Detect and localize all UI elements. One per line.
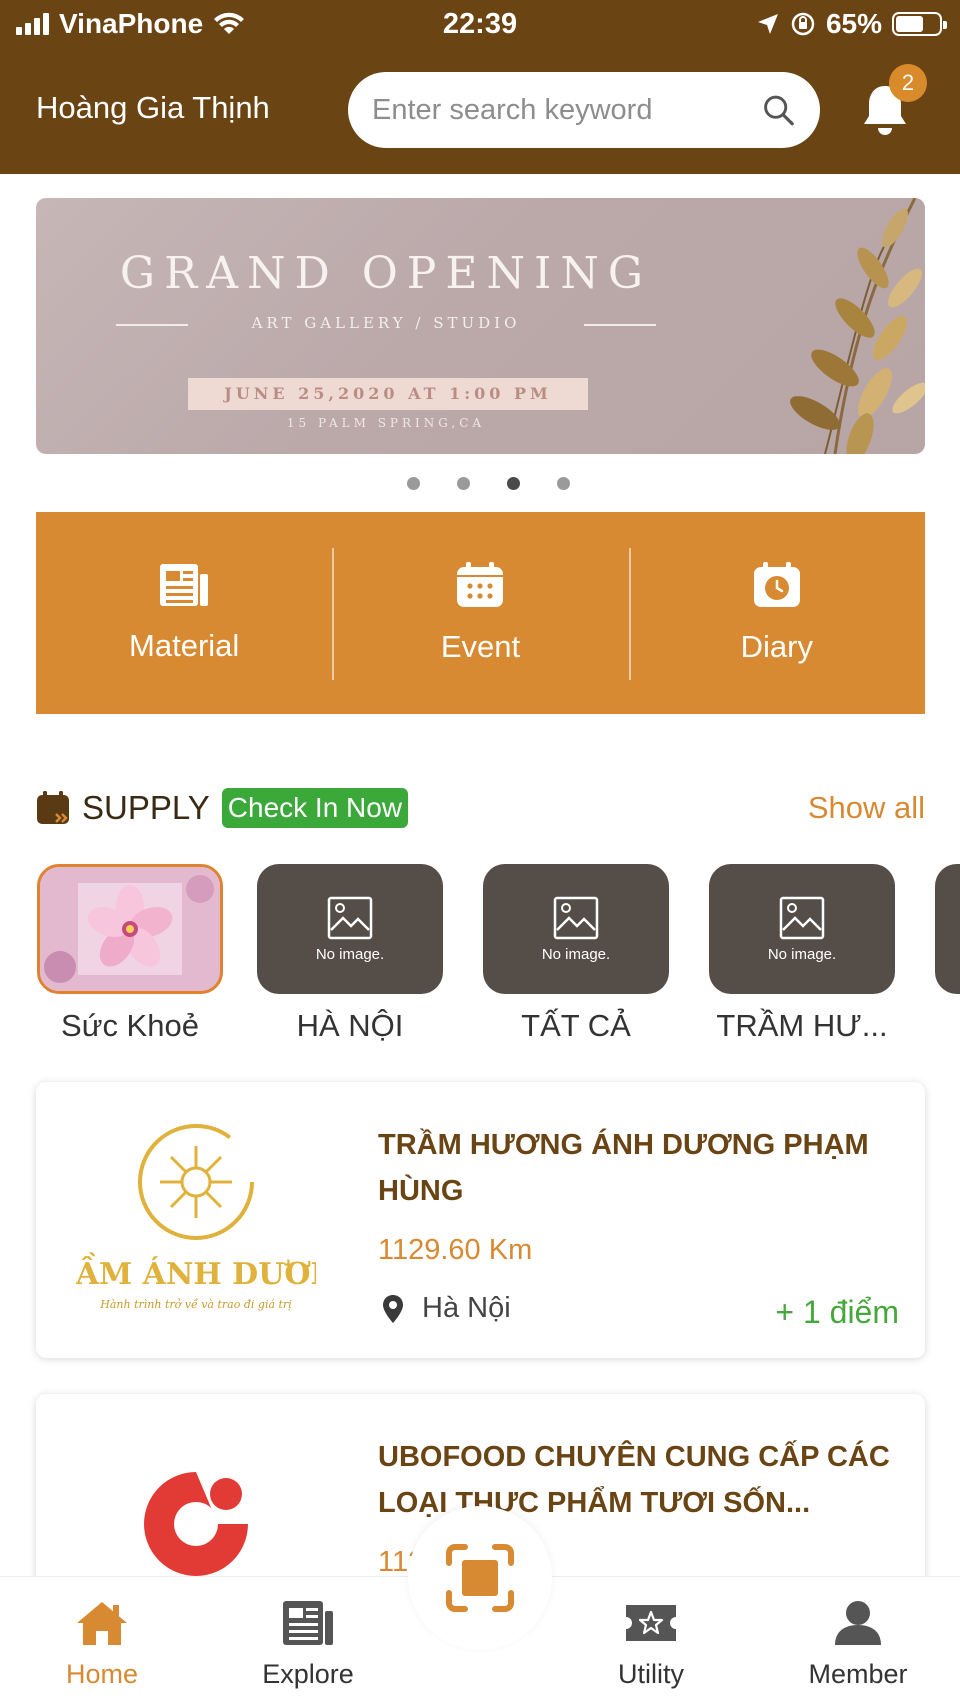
- store-location-text: Hà Nội: [422, 1292, 511, 1324]
- search-bar[interactable]: [348, 72, 820, 148]
- home-icon: [77, 1602, 127, 1645]
- category-item-partial[interactable]: [935, 864, 960, 994]
- location-arrow-icon: [757, 14, 778, 34]
- brand-name: Hoàng Gia Thịnh: [36, 90, 270, 125]
- promo-banner[interactable]: GRAND OPENING ART GALLERY / STUDIO JUNE …: [36, 198, 925, 454]
- store-logo-tagline: Hành trình trở về và trao đi giá trị: [99, 1298, 291, 1311]
- store-card[interactable]: TRẦM ÁNH DƯƠNG Hành trình trở về và trao…: [36, 1082, 925, 1358]
- category-placeholder: No image.: [709, 864, 895, 994]
- no-image-icon: [553, 896, 599, 939]
- nav-home[interactable]: Home: [27, 1599, 177, 1690]
- category-item[interactable]: Sức Khoẻ: [37, 864, 223, 1044]
- store-location: Hà Nội: [382, 1292, 511, 1325]
- news-icon: [283, 1601, 333, 1645]
- quick-item-label: Event: [440, 629, 521, 664]
- check-in-button[interactable]: Check In Now: [221, 788, 409, 828]
- scan-qr-button[interactable]: [408, 1506, 552, 1650]
- quick-item-label: Diary: [740, 629, 813, 664]
- orientation-lock-icon: [791, 12, 815, 36]
- nav-label: Home: [65, 1659, 139, 1689]
- pagination-dot[interactable]: [406, 477, 420, 490]
- category-item[interactable]: No image. TẤT CẢ: [483, 864, 669, 1044]
- category-item[interactable]: No image. TRẦM HƯ...: [709, 864, 895, 1044]
- flower-image: [40, 867, 220, 991]
- category-image: [37, 864, 223, 994]
- supply-title: SUPPLY: [82, 789, 210, 826]
- search-icon[interactable]: [761, 91, 796, 129]
- banner-subline: ART GALLERY / STUDIO: [251, 314, 521, 332]
- banner-address: 15 PALM SPRING,CA: [286, 416, 486, 430]
- battery-fill: [896, 16, 924, 32]
- nav-member[interactable]: Member: [783, 1599, 933, 1690]
- banner-pagination: [0, 477, 960, 490]
- no-image-text: No image.: [767, 945, 837, 963]
- category-placeholder: No image.: [483, 864, 669, 994]
- user-icon: [835, 1601, 881, 1645]
- category-label: Sức Khoẻ: [61, 1008, 199, 1043]
- newspaper-icon: [160, 564, 209, 606]
- search-input[interactable]: [372, 93, 762, 127]
- pagination-dot[interactable]: [456, 477, 470, 490]
- store-points: + 1 điểm: [775, 1294, 899, 1330]
- no-image-text: No image.: [315, 945, 385, 963]
- pagination-dot[interactable]: [556, 477, 570, 490]
- category-item[interactable]: No image. HÀ NỘI: [257, 864, 443, 1044]
- quick-menu: Material Event Diary: [36, 512, 925, 714]
- supply-calendar-icon: [37, 791, 69, 824]
- store-distance: 1129.60 Km: [378, 1234, 533, 1266]
- supply-section-header: SUPPLY Check In Now Show all: [36, 784, 925, 832]
- nav-label: Member: [808, 1659, 908, 1689]
- category-label: HÀ NỘI: [296, 1008, 404, 1043]
- category-label: TRẦM HƯ...: [716, 1008, 888, 1043]
- scan-icon: [446, 1544, 514, 1612]
- battery-percent: 65%: [825, 8, 882, 39]
- nav-utility[interactable]: Utility: [576, 1599, 726, 1690]
- banner-date: JUNE 25,2020 AT 1:00 PM: [188, 378, 588, 410]
- quick-item-material[interactable]: Material: [36, 512, 332, 714]
- category-placeholder: No image.: [257, 864, 443, 994]
- category-label: TẤT CẢ: [521, 1008, 631, 1043]
- no-image-icon: [327, 896, 373, 939]
- banner-plant-illustration: [790, 198, 925, 454]
- category-placeholder: [935, 864, 960, 994]
- ticket-star-icon: [626, 1605, 676, 1641]
- battery-icon: [892, 12, 947, 36]
- status-bar: VinaPhone 22:39 65%: [0, 0, 960, 52]
- status-right: 65%: [756, 8, 947, 40]
- banner-headline: GRAND OPENING: [119, 248, 653, 299]
- store-name: TRẦM HƯƠNG ÁNH DƯƠNG PHẠM HÙNG: [378, 1129, 869, 1207]
- app-header: VinaPhone 22:39 65% Hoàng Gia Thịnh Ente…: [0, 0, 960, 174]
- category-strip: Sức Khoẻ No image. HÀ NỘI No image. TẤT …: [0, 864, 960, 1044]
- nav-label: Utility: [618, 1659, 684, 1689]
- notification-badge: 2: [889, 64, 927, 102]
- store-logo: TRẦM ÁNH DƯƠNG Hành trình trở về và trao…: [76, 1124, 316, 1311]
- store-logo-text: TRẦM ÁNH DƯƠNG: [76, 1252, 316, 1292]
- no-image-text: No image.: [541, 945, 611, 963]
- quick-item-event[interactable]: Event: [332, 512, 628, 714]
- pagination-dot-active[interactable]: [506, 477, 520, 490]
- nav-label: Explore: [262, 1659, 354, 1689]
- show-all-link[interactable]: Show all: [808, 790, 925, 826]
- nav-explore[interactable]: Explore: [233, 1599, 383, 1690]
- no-image-icon: [779, 896, 825, 939]
- calendar-icon: [457, 562, 504, 607]
- quick-item-label: Material: [129, 628, 240, 663]
- map-pin-icon: [383, 1294, 403, 1323]
- clock-calendar-icon: [753, 562, 800, 607]
- quick-item-diary[interactable]: Diary: [628, 512, 925, 714]
